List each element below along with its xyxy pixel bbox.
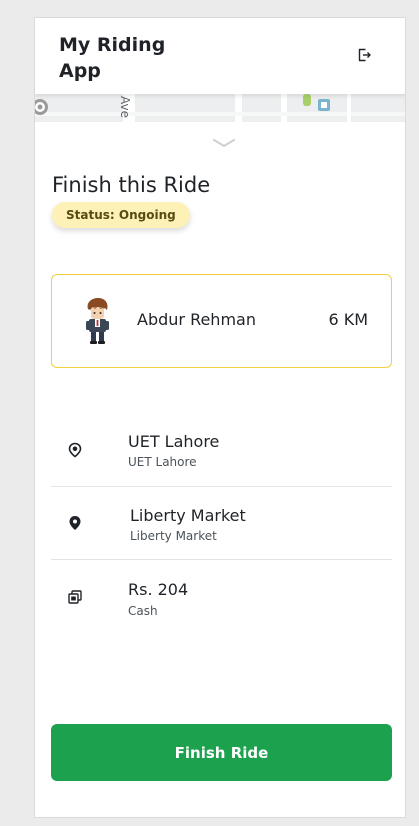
- divider: [51, 559, 392, 560]
- pickup-row[interactable]: UET Lahore UET Lahore: [51, 416, 392, 489]
- fare-row[interactable]: Rs. 204 Cash: [51, 564, 392, 637]
- ride-title: Finish this Ride: [52, 173, 211, 197]
- drag-handle-icon[interactable]: [212, 138, 236, 150]
- map-street-label: Ave: [118, 96, 132, 118]
- dropoff-pin-icon: [69, 516, 81, 530]
- pickup-title: UET Lahore: [128, 432, 220, 451]
- app-title: My Riding App: [59, 34, 166, 82]
- logout-icon: [358, 48, 371, 62]
- rider-distance: 6 KM: [328, 310, 368, 329]
- pickup-subtitle: UET Lahore: [128, 455, 197, 469]
- dropoff-row[interactable]: Liberty Market Liberty Market: [51, 490, 392, 563]
- payment-method: Cash: [128, 604, 158, 618]
- dropoff-subtitle: Liberty Market: [130, 529, 217, 543]
- fare-amount: Rs. 204: [128, 580, 189, 599]
- logout-button[interactable]: [354, 45, 374, 65]
- pickup-pin-icon: [68, 442, 82, 458]
- divider: [51, 486, 392, 487]
- finish-ride-button[interactable]: Finish Ride: [51, 724, 392, 781]
- status-badge: Status: Ongoing: [52, 202, 190, 228]
- map-view[interactable]: Ave: [35, 94, 405, 122]
- app-header: My Riding App: [35, 18, 405, 94]
- cash-icon: [68, 590, 82, 604]
- rider-avatar: [86, 298, 109, 344]
- app-screen: My Riding App Ave Finish this Ride Statu…: [34, 17, 406, 818]
- dropoff-title: Liberty Market: [130, 506, 246, 525]
- rider-card[interactable]: Abdur Rehman 6 KM: [51, 274, 392, 368]
- rider-name: Abdur Rehman: [137, 310, 256, 329]
